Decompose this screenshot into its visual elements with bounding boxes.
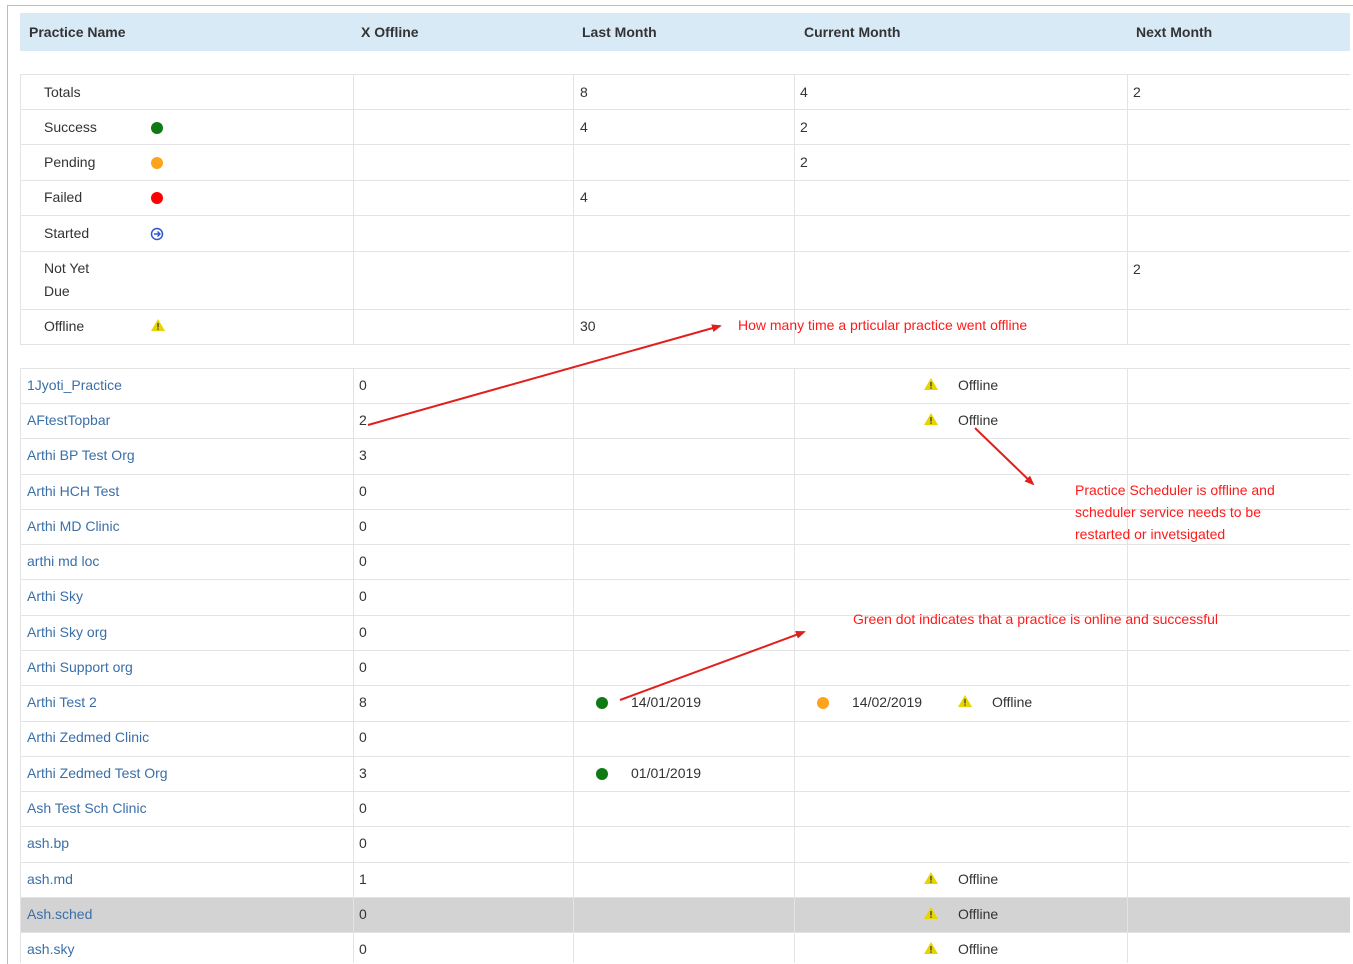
arrow-green-dot bbox=[619, 631, 806, 701]
arrow-offline-count bbox=[367, 324, 722, 426]
annotation-arrows bbox=[367, 324, 1035, 701]
arrow-scheduler bbox=[974, 427, 1035, 486]
